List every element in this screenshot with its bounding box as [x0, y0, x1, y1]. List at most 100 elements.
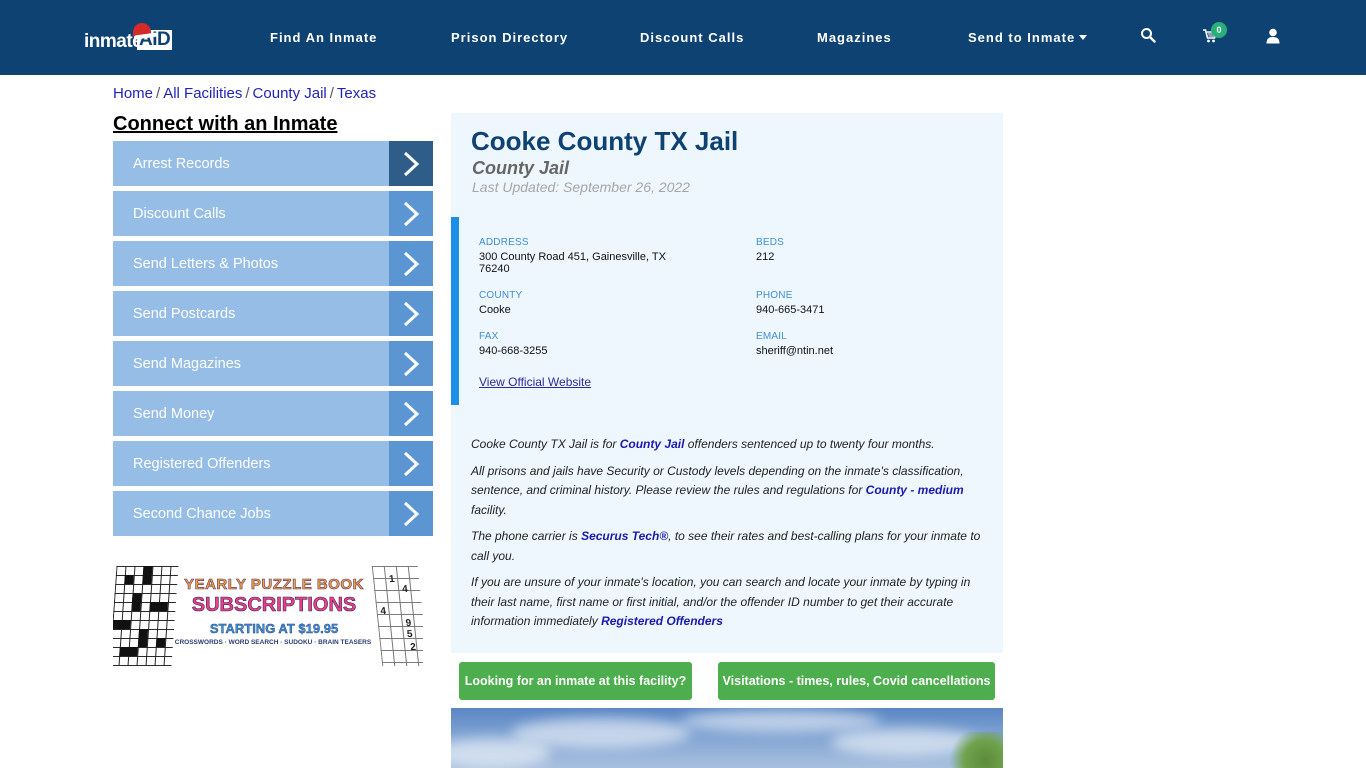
ad-price: STARTING AT $19.95 — [209, 621, 339, 636]
beds-label: BEDS — [756, 237, 785, 248]
breadcrumb-separator: / — [156, 85, 161, 102]
sidebar-item-label: Discount Calls — [133, 205, 226, 222]
last-updated: Last Updated: September 26, 2022 — [472, 179, 690, 195]
sidebar-item-label: Send Letters & Photos — [133, 255, 279, 272]
top-navbar: inmate AID Find An Inmate Prison Directo… — [0, 0, 1366, 75]
breadcrumb-all-facilities[interactable]: All Facilities — [163, 85, 242, 102]
nav-find-an-inmate[interactable]: Find An Inmate — [270, 30, 377, 45]
phone-field: PHONE 940-665-3471 — [756, 290, 996, 316]
sidebar-item-registered-offenders[interactable]: Registered Offenders — [113, 441, 433, 486]
chevron-right-icon — [389, 291, 433, 336]
sidebar-item-label: Second Chance Jobs — [133, 505, 271, 522]
caret-down-icon — [1079, 35, 1088, 40]
breadcrumb-home[interactable]: Home — [113, 85, 153, 102]
address-field: ADDRESS 300 County Road 451, Gainesville… — [479, 237, 719, 275]
cloud-graphic — [681, 710, 881, 732]
email-field: EMAIL sheriff@ntin.net — [756, 331, 996, 357]
nav-send-to-inmate-label: Send to Inmate — [968, 30, 1076, 45]
county-jail-link[interactable]: County Jail — [620, 437, 685, 451]
chevron-right-icon — [389, 441, 433, 486]
chevron-right-icon — [389, 191, 433, 236]
fax-label: FAX — [479, 331, 499, 342]
facility-type: County Jail — [472, 158, 570, 178]
sudoku-number: 2 — [409, 642, 417, 653]
description-paragraph: Cooke County TX Jail is for County Jail … — [471, 435, 986, 455]
chevron-right-icon — [389, 391, 433, 436]
sudoku-number: 1 — [388, 574, 396, 585]
sudoku-grid-graphic: 1 4 4 9 5 2 — [371, 566, 423, 666]
sidebar-item-second-chance-jobs[interactable]: Second Chance Jobs — [113, 491, 433, 536]
sidebar-item-label: Send Postcards — [133, 305, 236, 322]
sidebar-title: Connect with an Inmate — [113, 113, 338, 135]
facility-photo — [451, 708, 1003, 768]
nav-magazines[interactable]: Magazines — [817, 30, 892, 45]
sidebar-item-send-money[interactable]: Send Money — [113, 391, 433, 436]
ad-categories: CROSSWORDS · WORD SEARCH · SUDOKU · BRAI… — [174, 639, 372, 646]
facility-title: Cooke County TX Jail — [471, 126, 739, 156]
description-text: offenders sentenced up to twenty four mo… — [684, 437, 935, 451]
nav-discount-calls[interactable]: Discount Calls — [640, 30, 744, 45]
beds-field: BEDS 212 — [756, 237, 996, 263]
securus-tech-link[interactable]: Securus Tech® — [581, 529, 668, 543]
cloud-graphic — [451, 738, 551, 768]
sidebar-item-label: Send Money — [133, 405, 215, 422]
user-icon[interactable] — [1266, 28, 1284, 46]
chevron-right-icon — [389, 241, 433, 286]
search-icon[interactable] — [1140, 27, 1158, 45]
official-website-link[interactable]: View Official Website — [479, 375, 591, 389]
sudoku-number: 9 — [405, 618, 412, 629]
ad-headline: YEARLY PUZZLE BOOK — [184, 576, 364, 594]
nav-prison-directory[interactable]: Prison Directory — [451, 30, 568, 45]
registered-offenders-link[interactable]: Registered Offenders — [601, 614, 723, 628]
nav-send-to-inmate[interactable]: Send to Inmate — [968, 30, 1088, 45]
fax-value: 940-668-3255 — [479, 345, 548, 357]
description-paragraph: All prisons and jails have Security or C… — [471, 462, 986, 521]
sidebar-item-send-letters-photos[interactable]: Send Letters & Photos — [113, 241, 433, 286]
description-text: The phone carrier is — [471, 529, 582, 543]
facility-description: Cooke County TX Jail is for County Jail … — [471, 435, 986, 639]
cart-count-badge: 0 — [1211, 22, 1227, 38]
puzzle-book-ad-banner[interactable]: 1 4 4 9 5 2 YEARLY PUZZLE BOOK SUBSCRIPT… — [113, 566, 423, 666]
county-field: COUNTY Cooke — [479, 290, 719, 316]
breadcrumb-separator: / — [329, 85, 334, 102]
sudoku-number: 4 — [401, 584, 409, 595]
sidebar-item-send-magazines[interactable]: Send Magazines — [113, 341, 433, 386]
sidebar-item-send-postcards[interactable]: Send Postcards — [113, 291, 433, 336]
sidebar-menu: Arrest Records Discount Calls Send Lette… — [113, 141, 433, 541]
site-logo[interactable]: inmate AID — [84, 22, 184, 56]
sudoku-number: 5 — [406, 629, 414, 640]
sudoku-number: 4 — [379, 606, 387, 617]
county-label: COUNTY — [479, 290, 523, 301]
sidebar-item-label: Send Magazines — [133, 355, 242, 372]
sidebar-item-discount-calls[interactable]: Discount Calls — [113, 191, 433, 236]
address-value: 300 County Road 451, Gainesville, TX 762… — [479, 251, 666, 275]
tree-graphic — [943, 732, 1003, 768]
phone-value: 940-665-3471 — [756, 304, 825, 316]
crossword-grid-graphic — [113, 566, 179, 666]
ad-headline-subscriptions: SUBSCRIPTIONS — [191, 594, 357, 617]
breadcrumb-texas[interactable]: Texas — [337, 85, 376, 102]
sidebar-item-label: Arrest Records — [133, 155, 230, 172]
phone-label: PHONE — [756, 290, 793, 301]
county-value: Cooke — [479, 304, 511, 316]
breadcrumb-county-jail[interactable]: County Jail — [253, 85, 327, 102]
chevron-right-icon — [389, 341, 433, 386]
find-inmate-at-facility-button[interactable]: Looking for an inmate at this facility? — [459, 662, 692, 700]
sidebar-item-arrest-records[interactable]: Arrest Records — [113, 141, 433, 186]
email-value: sheriff@ntin.net — [756, 345, 834, 357]
description-paragraph: The phone carrier is Securus Tech®, to s… — [471, 527, 986, 566]
facility-panel: Cooke County TX Jail County Jail Last Up… — [451, 113, 1003, 653]
breadcrumb: Home / All Facilities / County Jail / Texas — [113, 85, 376, 102]
county-medium-link[interactable]: County - medium — [866, 483, 964, 497]
description-text: facility. — [471, 502, 507, 517]
description-paragraph: If you are unsure of your inmate's locat… — [471, 573, 986, 632]
description-text: Cooke County TX Jail is for — [471, 437, 620, 451]
beds-value: 212 — [756, 251, 775, 263]
facility-info-box: ADDRESS 300 County Road 451, Gainesville… — [451, 217, 1003, 405]
address-label: ADDRESS — [479, 237, 529, 248]
chevron-right-icon — [389, 141, 433, 186]
fax-field: FAX 940-668-3255 — [479, 331, 719, 357]
visitations-button[interactable]: Visitations - times, rules, Covid cancel… — [718, 662, 995, 700]
email-label: EMAIL — [756, 331, 788, 342]
sidebar-item-label: Registered Offenders — [133, 455, 271, 472]
